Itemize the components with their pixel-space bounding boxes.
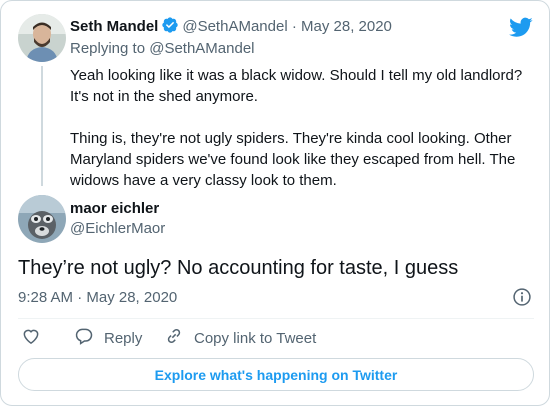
copy-link-label: Copy link to Tweet	[194, 329, 317, 347]
heart-icon	[21, 326, 41, 350]
copy-link-button[interactable]: Copy link to Tweet	[164, 326, 316, 350]
verified-badge-icon	[161, 16, 179, 40]
main-handle[interactable]: @EichlerMaor	[70, 219, 165, 239]
reply-label: Reply	[104, 329, 143, 347]
actions-divider	[18, 318, 534, 319]
header-separator: ·	[291, 18, 297, 35]
main-display-name[interactable]: maor eichler	[70, 199, 159, 219]
twitter-bird-icon[interactable]	[509, 15, 533, 39]
replying-to-label: Replying to @SethAMandel	[70, 40, 255, 57]
main-avatar[interactable]	[18, 195, 66, 243]
parent-handle[interactable]: @SethAMandel	[182, 18, 287, 35]
explore-twitter-button[interactable]: Explore what's happening on Twitter	[18, 358, 534, 391]
tweet-embed-card: Seth Mandel @SethAMandel · May 28, 2020 R…	[0, 0, 550, 406]
parent-date[interactable]: May 28, 2020	[301, 18, 392, 35]
parent-tweet-text: Yeah looking like it was a black widow. …	[70, 67, 523, 189]
parent-display-name[interactable]: Seth Mandel	[70, 18, 158, 35]
like-button[interactable]	[21, 326, 41, 350]
thread-connector-line	[41, 66, 43, 186]
link-icon	[164, 326, 184, 350]
main-tweet-text: They’re not ugly? No accounting for tast…	[18, 257, 459, 279]
reply-button[interactable]: Reply	[74, 326, 142, 350]
tweet-timestamp[interactable]: 9:28 AM · May 28, 2020	[18, 288, 177, 308]
parent-tweet-header: Seth Mandel @SethAMandel · May 28, 2020	[70, 16, 392, 36]
parent-avatar[interactable]	[18, 14, 66, 62]
reply-bubble-icon	[74, 326, 94, 350]
info-icon[interactable]	[512, 287, 532, 307]
